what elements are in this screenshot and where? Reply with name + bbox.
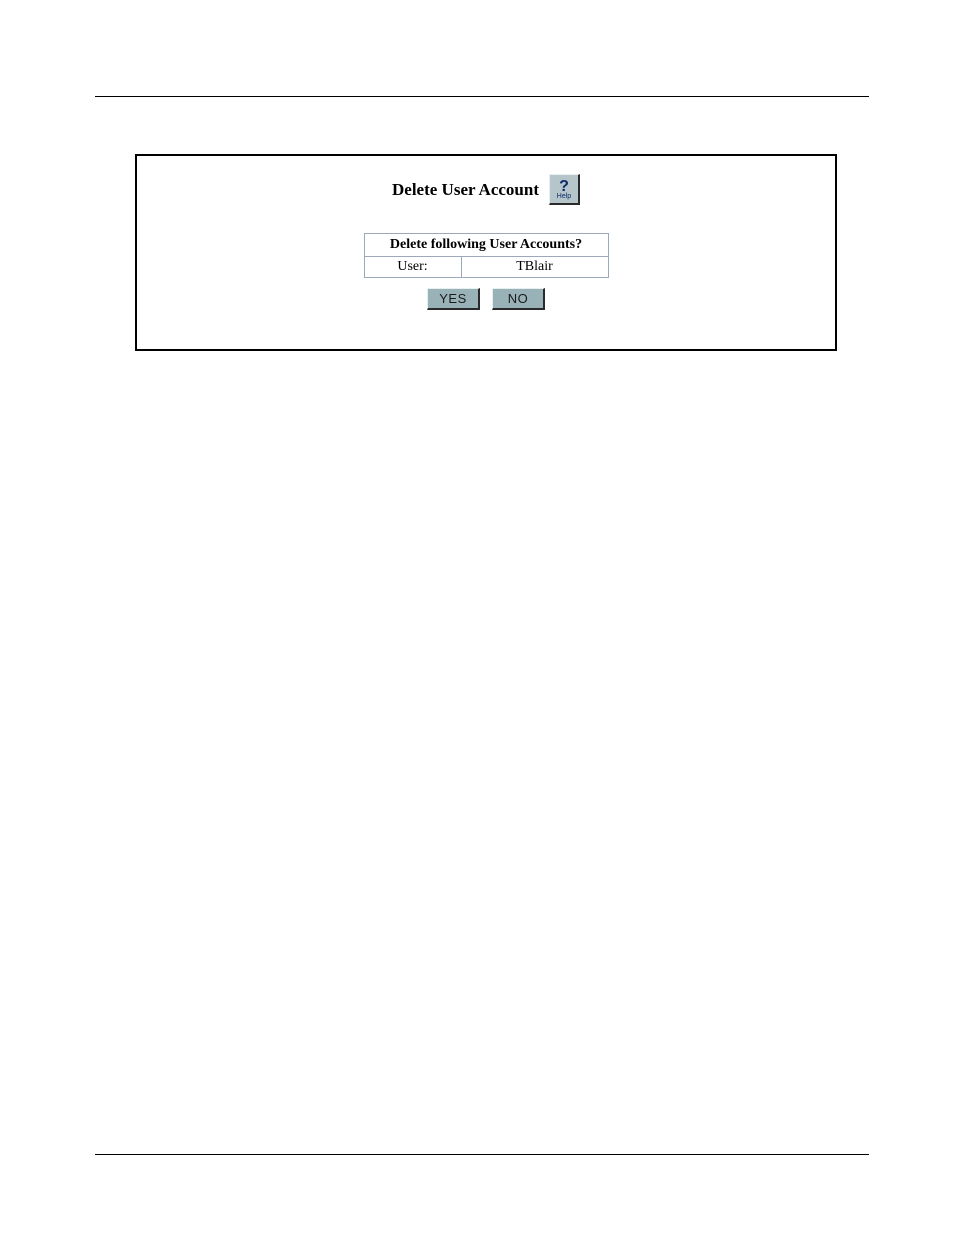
dialog-content: Delete User Account ? Help Delete follow… [137, 156, 835, 349]
dialog-title: Delete User Account [392, 180, 539, 200]
table-header-row: Delete following User Accounts? [364, 234, 608, 257]
page: Delete User Account ? Help Delete follow… [0, 0, 954, 1235]
button-row: YES NO [427, 288, 545, 310]
confirm-header: Delete following User Accounts? [364, 234, 608, 257]
table-row: User: TBlair [364, 257, 608, 278]
user-value-cell: TBlair [461, 257, 608, 278]
help-button[interactable]: ? Help [549, 174, 580, 205]
dialog-frame: Delete User Account ? Help Delete follow… [135, 154, 837, 351]
confirm-table: Delete following User Accounts? User: TB… [364, 233, 609, 278]
bottom-divider [95, 1154, 869, 1155]
title-row: Delete User Account ? Help [392, 174, 580, 205]
no-button[interactable]: NO [492, 288, 545, 310]
top-divider [95, 96, 869, 97]
user-label-cell: User: [364, 257, 461, 278]
help-label: Help [557, 193, 571, 200]
yes-button[interactable]: YES [427, 288, 480, 310]
